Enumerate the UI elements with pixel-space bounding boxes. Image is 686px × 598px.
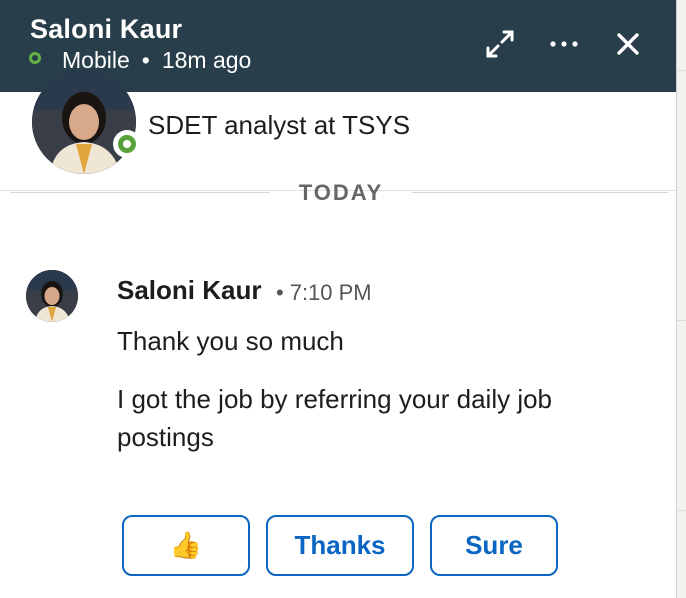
more-options-button[interactable] [544, 24, 584, 64]
expand-button[interactable] [480, 24, 520, 64]
message-text: I got the job by referring your daily jo… [117, 384, 553, 452]
last-active: 18m ago [161, 47, 252, 73]
quick-reply-thanks-button[interactable]: Thanks [266, 515, 414, 576]
expand-icon [486, 30, 514, 58]
sender-photo [26, 270, 78, 322]
quick-reply-sure-button[interactable]: Sure [430, 515, 558, 576]
background-divider [676, 70, 686, 71]
divider-line [10, 192, 270, 193]
message-time: 7:10 PM [289, 280, 372, 305]
online-ring-icon [118, 135, 136, 153]
background-divider [676, 510, 686, 511]
chat-window: Saloni Kaur Mobile • 18m ago SDET analys… [0, 0, 677, 598]
profile-strip: SDET analyst at TSYS [0, 70, 676, 191]
sender-avatar[interactable] [26, 270, 78, 322]
background-page [676, 0, 686, 598]
status-separator: • [141, 47, 150, 73]
contact-name[interactable]: Saloni Kaur [30, 14, 182, 45]
quick-reply-thumbs-up-button[interactable]: 👍 [122, 515, 250, 576]
thumbs-up-icon: 👍 [169, 530, 203, 560]
more-icon [550, 41, 578, 47]
close-button[interactable] [608, 24, 648, 64]
meta-separator: • [276, 280, 284, 305]
message-meta: • 7:10 PM [276, 280, 372, 306]
message-text: Thank you so much [117, 326, 344, 356]
profile-avatar[interactable] [32, 70, 136, 174]
profile-photo [32, 70, 136, 174]
message-sender[interactable]: Saloni Kaur [117, 275, 261, 306]
device-label: Mobile [62, 47, 130, 73]
divider-line [412, 192, 668, 193]
presence-ring-icon [29, 52, 41, 64]
online-indicator [113, 130, 141, 158]
date-divider: TODAY [0, 178, 676, 208]
close-icon [617, 33, 639, 55]
background-divider [676, 320, 686, 321]
date-label: TODAY [298, 180, 384, 205]
profile-headline: SDET analyst at TSYS [148, 110, 411, 140]
